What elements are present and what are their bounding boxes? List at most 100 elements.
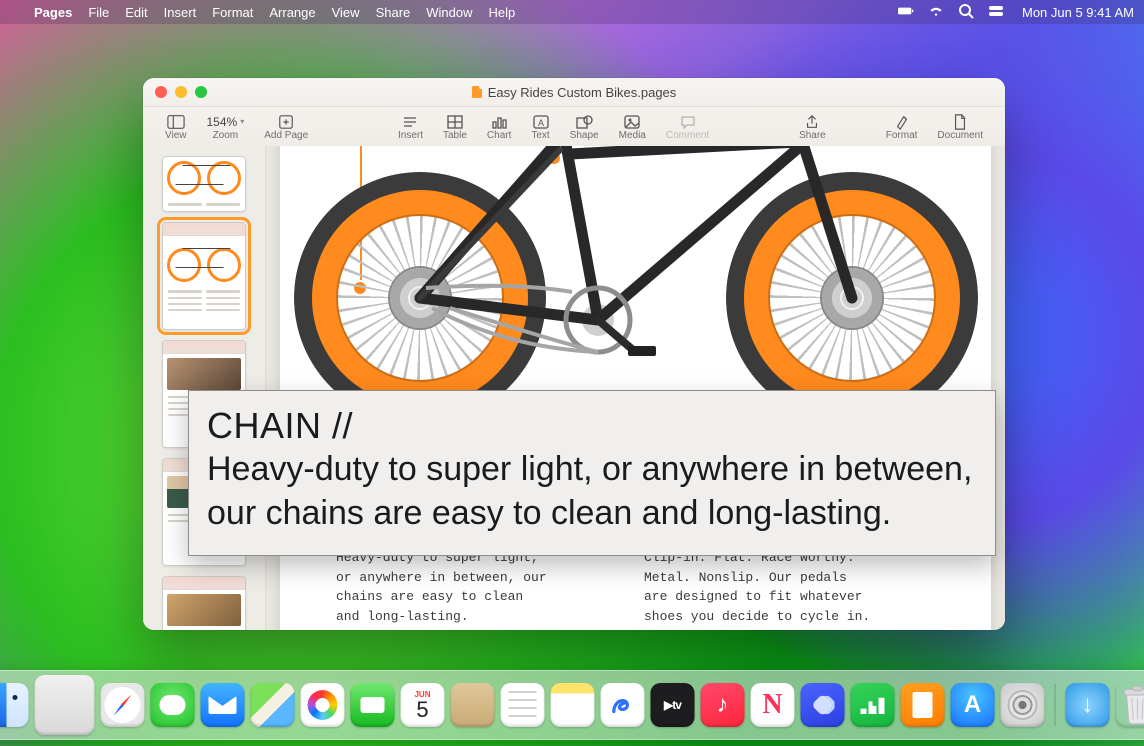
- share-icon: [803, 114, 821, 130]
- toolbar-comment-button: Comment: [656, 114, 719, 141]
- page-thumbnail-2[interactable]: 2: [162, 222, 246, 330]
- toolbar-add-page-button[interactable]: Add Page: [254, 114, 318, 141]
- toolbar-addpage-label: Add Page: [264, 131, 308, 141]
- toolbar-view-label: View: [165, 131, 187, 141]
- toolbar-format-button[interactable]: Format: [876, 114, 928, 141]
- document-icon: [472, 86, 482, 98]
- dock-tv[interactable]: [651, 683, 695, 727]
- toolbar-chart-button[interactable]: Chart: [477, 114, 521, 141]
- menu-app-name[interactable]: Pages: [26, 5, 80, 20]
- dock-facetime[interactable]: [351, 683, 395, 727]
- toolbar-zoom-label: Zoom: [213, 131, 239, 141]
- menu-arrange[interactable]: Arrange: [261, 5, 323, 20]
- media-icon: [623, 114, 641, 130]
- comment-icon: [679, 114, 697, 130]
- dock-contacts[interactable]: [451, 683, 495, 727]
- toolbar-share-button[interactable]: Share: [789, 114, 836, 141]
- menu-bar-left: Pages File Edit Insert Format Arrange Vi…: [10, 5, 523, 20]
- toolbar-insert-label: Insert: [398, 131, 423, 141]
- toolbar: View 154% Zoom Add Page Insert Table: [143, 107, 1005, 148]
- dock-news[interactable]: [751, 683, 795, 727]
- window-zoom-button[interactable]: [195, 86, 207, 98]
- menu-help[interactable]: Help: [481, 5, 524, 20]
- window-minimize-button[interactable]: [175, 86, 187, 98]
- menu-view[interactable]: View: [324, 5, 368, 20]
- dock-notes[interactable]: [551, 683, 595, 727]
- toolbar-document-label: Document: [937, 131, 983, 141]
- toolbar-shape-button[interactable]: Shape: [560, 114, 609, 141]
- shape-icon: [575, 114, 593, 130]
- toolbar-text-label: Text: [531, 131, 549, 141]
- dock-finder[interactable]: [0, 683, 29, 727]
- callout-pedals-body[interactable]: Clip-in. Flat. Race worthy. Metal. Nonsl…: [644, 548, 904, 626]
- wifi-icon[interactable]: [928, 3, 944, 22]
- hover-text-title: CHAIN //: [207, 405, 977, 446]
- dock-maps[interactable]: [251, 683, 295, 727]
- toolbar-zoom-dropdown[interactable]: 154% Zoom: [197, 114, 255, 141]
- dock-trash[interactable]: [1116, 683, 1144, 727]
- toolbar-media-button[interactable]: Media: [609, 114, 656, 141]
- page-thumbnails-sidebar[interactable]: 1 2: [143, 146, 266, 630]
- calendar-day: 5: [416, 699, 428, 721]
- dock-numbers[interactable]: [851, 683, 895, 727]
- svg-text:A: A: [538, 118, 544, 128]
- dock-freeform[interactable]: [601, 683, 645, 727]
- page-thumbnail-5[interactable]: [162, 576, 246, 630]
- document-title: Easy Rides Custom Bikes.pages: [472, 85, 677, 100]
- format-icon: [893, 114, 911, 130]
- toolbar-text-button[interactable]: A Text: [521, 114, 559, 141]
- menu-edit[interactable]: Edit: [117, 5, 155, 20]
- table-icon: [446, 114, 464, 130]
- window-controls: [155, 86, 207, 98]
- document-canvas[interactable]: CHAIN // Heavy-duty to super light, or a…: [266, 146, 1005, 630]
- page-thumbnail-1[interactable]: 1: [162, 156, 246, 212]
- toolbar-view-button[interactable]: View: [155, 114, 197, 141]
- toolbar-format-label: Format: [886, 131, 918, 141]
- bike-frame: [298, 146, 974, 424]
- dock-calendar[interactable]: JUN 5: [401, 683, 445, 727]
- dock-downloads[interactable]: [1066, 683, 1110, 727]
- dock-mail[interactable]: [201, 683, 245, 727]
- menu-clock[interactable]: Mon Jun 5 9:41 AM: [1018, 5, 1134, 20]
- toolbar-media-label: Media: [619, 131, 646, 141]
- dock: JUN 5: [0, 670, 1144, 740]
- zoom-value: 154%: [207, 114, 245, 130]
- dock-settings[interactable]: [1001, 683, 1045, 727]
- dock-appstore[interactable]: [951, 683, 995, 727]
- menu-file[interactable]: File: [80, 5, 117, 20]
- dock-safari[interactable]: [101, 683, 145, 727]
- document-icon: [951, 114, 969, 130]
- toolbar-chart-label: Chart: [487, 131, 511, 141]
- toolbar-document-button[interactable]: Document: [927, 114, 993, 141]
- toolbar-share-label: Share: [799, 131, 826, 141]
- dock-launchpad[interactable]: [35, 675, 95, 735]
- document-page[interactable]: CHAIN // Heavy-duty to super light, or a…: [280, 146, 991, 630]
- dock-music[interactable]: [701, 683, 745, 727]
- text-icon: A: [532, 114, 550, 130]
- chart-icon: [490, 114, 508, 130]
- callout-chain-body[interactable]: Heavy-duty to super light, or anywhere i…: [336, 548, 596, 626]
- window-close-button[interactable]: [155, 86, 167, 98]
- dock-reminders[interactable]: [501, 683, 545, 727]
- bicycle-illustration: [298, 146, 974, 424]
- plus-icon: [277, 114, 295, 130]
- menu-bar: Pages File Edit Insert Format Arrange Vi…: [0, 0, 1144, 24]
- dock-shortcuts[interactable]: [801, 683, 845, 727]
- dock-pages[interactable]: [901, 683, 945, 727]
- control-center-icon[interactable]: [988, 3, 1004, 22]
- toolbar-table-label: Table: [443, 131, 467, 141]
- document-title-text: Easy Rides Custom Bikes.pages: [488, 85, 677, 100]
- spotlight-icon[interactable]: [958, 3, 974, 22]
- menu-share[interactable]: Share: [368, 5, 419, 20]
- battery-icon[interactable]: [898, 3, 914, 22]
- hover-text-panel: CHAIN // Heavy-duty to super light, or a…: [188, 390, 996, 556]
- toolbar-insert-button[interactable]: Insert: [388, 114, 433, 141]
- dock-messages[interactable]: [151, 683, 195, 727]
- window-titlebar[interactable]: Easy Rides Custom Bikes.pages: [143, 78, 1005, 107]
- toolbar-table-button[interactable]: Table: [433, 114, 477, 141]
- dock-photos[interactable]: [301, 683, 345, 727]
- menu-format[interactable]: Format: [204, 5, 261, 20]
- dock-separator: [1055, 684, 1056, 726]
- menu-window[interactable]: Window: [418, 5, 480, 20]
- menu-insert[interactable]: Insert: [156, 5, 205, 20]
